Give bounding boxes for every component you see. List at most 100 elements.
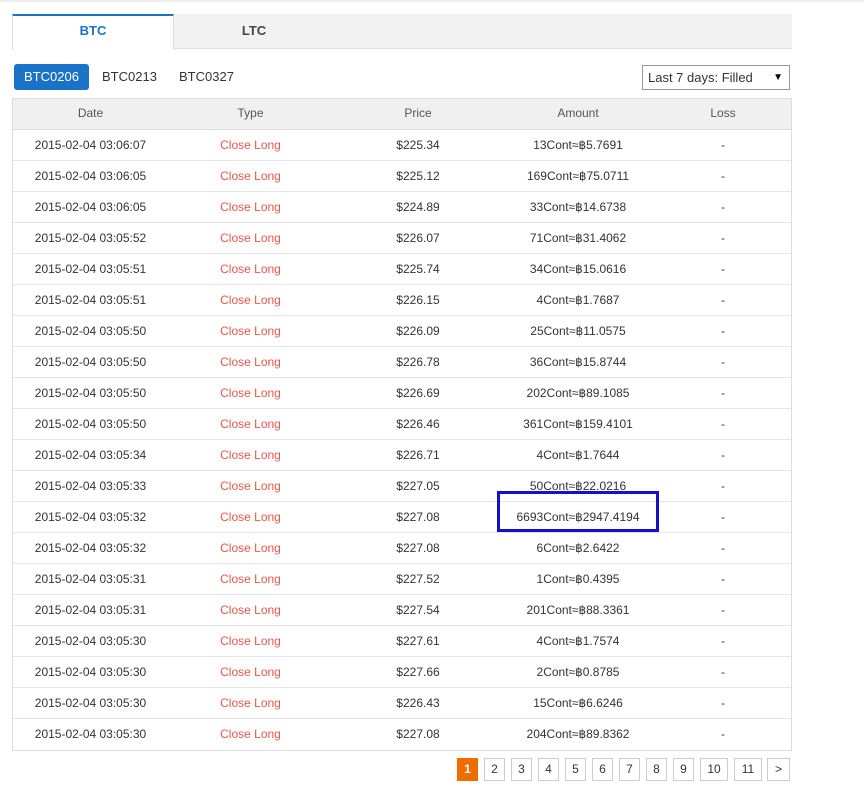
row-price: $226.78	[396, 355, 440, 369]
row-loss: -	[721, 727, 725, 741]
row-date: 2015-02-04 03:05:34	[34, 448, 147, 462]
order-type-label: Close Long	[220, 541, 281, 555]
row-date: 2015-02-04 03:05:52	[34, 231, 147, 245]
table-row: 2015-02-04 03:06:05 Close Long $224.89 33Co…	[13, 192, 791, 223]
row-type: Close Long	[168, 254, 333, 284]
header-date: Date	[77, 106, 104, 120]
order-type-label: Close Long	[220, 448, 281, 462]
row-price: $225.74	[396, 262, 440, 276]
row-date: 2015-02-04 03:05:50	[34, 324, 147, 338]
row-loss: -	[721, 696, 725, 710]
row-amount: 2Cont≈฿0.8785	[536, 665, 620, 679]
page-button[interactable]: 4	[538, 758, 559, 781]
row-price: $227.05	[396, 479, 440, 493]
page-button[interactable]: 10	[700, 758, 728, 781]
table-row: 2015-02-04 03:05:50 Close Long $226.69 202C…	[13, 378, 791, 409]
row-loss: -	[721, 386, 725, 400]
row-amount: 4Cont≈฿1.7687	[536, 293, 620, 307]
row-amount: 71Cont≈฿31.4062	[529, 231, 627, 245]
page-button[interactable]: 3	[511, 758, 532, 781]
tab-btc[interactable]: BTC	[12, 14, 174, 50]
table-row: 2015-02-04 03:05:51 Close Long $225.74 34Co…	[13, 254, 791, 285]
row-type: Close Long	[168, 719, 333, 749]
page-button[interactable]: 1	[457, 758, 478, 781]
table-row: 2015-02-04 03:05:50 Close Long $226.09 25Co…	[13, 316, 791, 347]
row-amount: 201Cont≈฿88.3361	[526, 603, 630, 617]
row-date: 2015-02-04 03:05:30	[34, 727, 147, 741]
row-type: Close Long	[168, 471, 333, 501]
row-loss: -	[721, 355, 725, 369]
row-date: 2015-02-04 03:06:05	[34, 200, 147, 214]
contract-btc0213[interactable]: BTC0213	[92, 64, 167, 90]
row-loss: -	[721, 541, 725, 555]
row-loss: -	[721, 138, 725, 152]
table-row: 2015-02-04 03:05:32 Close Long $227.08 6693…	[13, 502, 791, 533]
row-loss: -	[721, 169, 725, 183]
top-border	[0, 0, 864, 2]
row-loss: -	[721, 603, 725, 617]
table-row: 2015-02-04 03:06:05 Close Long $225.12 169C…	[13, 161, 791, 192]
row-price: $227.61	[396, 634, 440, 648]
time-filter-value: Last 7 days: Filled	[648, 70, 753, 85]
page-button[interactable]: 6	[592, 758, 613, 781]
row-price: $227.08	[396, 510, 440, 524]
row-type: Close Long	[168, 192, 333, 222]
row-date: 2015-02-04 03:05:50	[34, 355, 147, 369]
time-filter-select[interactable]: Last 7 days: Filled ▼	[642, 65, 790, 90]
row-loss: -	[721, 231, 725, 245]
table-row: 2015-02-04 03:05:33 Close Long $227.05 50Co…	[13, 471, 791, 502]
row-amount: 4Cont≈฿1.7574	[536, 634, 620, 648]
table-header: Date Type Price Amount Loss	[13, 99, 791, 130]
page-button[interactable]: 5	[565, 758, 586, 781]
page-button[interactable]: 7	[619, 758, 640, 781]
header-loss: Loss	[710, 106, 736, 120]
table-row: 2015-02-04 03:05:30 Close Long $226.43 15Co…	[13, 688, 791, 719]
order-type-label: Close Long	[220, 386, 281, 400]
tab-ltc[interactable]: LTC	[174, 14, 334, 49]
row-amount: 25Cont≈฿11.0575	[530, 324, 626, 338]
row-amount: 169Cont≈฿75.0711	[526, 169, 630, 183]
order-type-label: Close Long	[220, 603, 281, 617]
row-type: Close Long	[168, 657, 333, 687]
row-type: Close Long	[168, 285, 333, 315]
row-type: Close Long	[168, 688, 333, 718]
row-amount: 204Cont≈฿89.8362	[526, 727, 630, 741]
table-row: 2015-02-04 03:05:52 Close Long $226.07 71Co…	[13, 223, 791, 254]
contract-btc0327[interactable]: BTC0327	[169, 64, 244, 90]
order-type-label: Close Long	[220, 572, 281, 586]
row-loss: -	[721, 510, 725, 524]
row-date: 2015-02-04 03:05:30	[34, 696, 147, 710]
order-type-label: Close Long	[220, 510, 281, 524]
row-amount: 36Cont≈฿15.8744	[529, 355, 627, 369]
row-price: $226.71	[396, 448, 440, 462]
order-type-label: Close Long	[220, 231, 281, 245]
row-loss: -	[721, 417, 725, 431]
page-button[interactable]: 9	[673, 758, 694, 781]
page-button[interactable]: 8	[646, 758, 667, 781]
order-type-label: Close Long	[220, 293, 281, 307]
row-price: $227.52	[396, 572, 440, 586]
row-amount: 50Cont≈฿22.0216	[529, 479, 627, 493]
currency-tabs: BTC LTC	[12, 14, 792, 50]
page-button[interactable]: 2	[484, 758, 505, 781]
row-amount: 33Cont≈฿14.6738	[529, 200, 627, 214]
row-loss: -	[721, 665, 725, 679]
table-row: 2015-02-04 03:05:32 Close Long $227.08 6Con…	[13, 533, 791, 564]
order-type-label: Close Long	[220, 138, 281, 152]
contract-btc0206[interactable]: BTC0206	[14, 64, 89, 90]
row-type: Close Long	[168, 502, 333, 532]
row-loss: -	[721, 293, 725, 307]
row-date: 2015-02-04 03:05:51	[34, 262, 147, 276]
row-loss: -	[721, 634, 725, 648]
page-button[interactable]: 11	[734, 758, 762, 781]
table-row: 2015-02-04 03:05:30 Close Long $227.08 204C…	[13, 719, 791, 750]
row-price: $225.34	[396, 138, 440, 152]
row-price: $226.69	[396, 386, 440, 400]
row-type: Close Long	[168, 533, 333, 563]
row-amount: 1Cont≈฿0.4395	[536, 572, 620, 586]
row-date: 2015-02-04 03:05:31	[34, 603, 147, 617]
row-date: 2015-02-04 03:05:51	[34, 293, 147, 307]
header-price: Price	[404, 106, 432, 120]
row-loss: -	[721, 479, 725, 493]
next-page-button[interactable]: >	[767, 758, 790, 781]
